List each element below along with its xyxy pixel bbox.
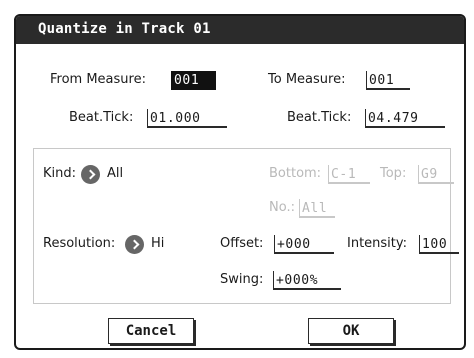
resolution-arrow-icon[interactable]	[125, 235, 144, 254]
kind-label: Kind:	[43, 166, 77, 181]
to-measure-field[interactable]: 001	[366, 71, 410, 90]
to-beat-tick-label: Beat.Tick:	[287, 110, 352, 125]
offset-field[interactable]: +000	[274, 235, 334, 254]
ok-button[interactable]: OK	[308, 318, 394, 344]
quantize-dialog: Quantize in Track 01 From Measure: 001 T…	[14, 14, 466, 350]
kind-arrow-icon[interactable]	[81, 165, 100, 184]
title-bar: Quantize in Track 01	[16, 16, 464, 44]
from-beat-tick-label: Beat.Tick:	[69, 110, 134, 125]
bottom-label: Bottom:	[269, 166, 322, 181]
top-label: Top:	[380, 166, 407, 181]
note-number-field: All	[299, 199, 335, 218]
to-beat-tick-field[interactable]: 04.479	[365, 109, 445, 128]
intensity-field[interactable]: 100	[419, 235, 459, 254]
swing-label: Swing:	[220, 272, 264, 287]
kind-value[interactable]: All	[107, 166, 123, 181]
from-beat-tick-field[interactable]: 01.000	[147, 109, 227, 128]
offset-label: Offset:	[220, 236, 264, 251]
from-measure-field[interactable]: 001	[171, 71, 216, 90]
top-field: G9	[418, 165, 454, 184]
from-measure-label: From Measure:	[50, 72, 146, 87]
cancel-button[interactable]: Cancel	[108, 318, 194, 344]
resolution-label: Resolution:	[43, 236, 116, 251]
note-number-label: No.:	[269, 200, 295, 215]
to-measure-label: To Measure:	[268, 72, 346, 87]
dialog-title: Quantize in Track 01	[38, 21, 211, 37]
swing-field[interactable]: +000%	[273, 271, 341, 290]
intensity-label: Intensity:	[347, 236, 408, 251]
resolution-value[interactable]: Hi	[151, 236, 164, 251]
bottom-field: C-1	[328, 165, 370, 184]
